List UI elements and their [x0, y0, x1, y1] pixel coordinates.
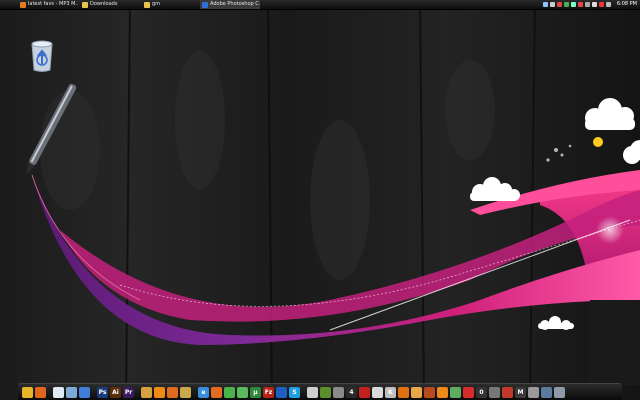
antivirus-icon[interactable]: [556, 2, 562, 7]
ship-icon[interactable]: [541, 386, 552, 398]
task-label: latest favs - MP3 M...: [28, 1, 78, 7]
finder-icon[interactable]: [22, 386, 33, 398]
m-icon[interactable]: M: [515, 386, 526, 398]
tray-icons: [542, 2, 611, 7]
filezilla-icon[interactable]: Fz: [263, 386, 274, 398]
messenger-icon[interactable]: [563, 2, 569, 7]
dock-separator: [193, 387, 196, 398]
task-label: gm: [152, 1, 161, 7]
photoshop-icon: [202, 1, 208, 8]
notes-icon[interactable]: [53, 386, 64, 398]
update-icon[interactable]: [570, 2, 576, 7]
firefox-alt-icon[interactable]: [211, 386, 222, 398]
network-icon[interactable]: [542, 2, 548, 7]
system-tray: 6:08 PM: [542, 0, 640, 9]
devil-icon[interactable]: [359, 386, 370, 398]
clock[interactable]: 6:08 PM: [617, 0, 637, 9]
four-icon[interactable]: 4: [346, 386, 357, 398]
crosshair-icon[interactable]: [333, 386, 344, 398]
trash-icon[interactable]: [554, 386, 565, 398]
messenger-icon[interactable]: [237, 386, 248, 398]
recycle-bin-icon[interactable]: [26, 36, 58, 76]
task-button-gm[interactable]: gm: [142, 0, 198, 9]
dock-icons: Ps Ai Pr e µ Fz S 4 K 0 M: [22, 386, 618, 398]
zero-icon[interactable]: 0: [476, 386, 487, 398]
game-icon[interactable]: [320, 386, 331, 398]
folder-icon[interactable]: [66, 386, 77, 398]
task-label: Downloads: [90, 1, 118, 7]
game-alt-icon[interactable]: [372, 386, 383, 398]
mech-icon[interactable]: [528, 386, 539, 398]
vlc-icon[interactable]: [154, 386, 165, 398]
counter-strike-icon[interactable]: K: [385, 386, 396, 398]
task-label: Adobe Photoshop C...: [210, 1, 260, 7]
dock-separator: [48, 387, 51, 398]
task-button-downloads[interactable]: Downloads: [80, 0, 140, 9]
skype-icon[interactable]: S: [289, 386, 300, 398]
half-life-icon[interactable]: [398, 386, 409, 398]
task-button-browser[interactable]: latest favs - MP3 M...: [18, 0, 78, 9]
shield-icon[interactable]: [577, 2, 583, 7]
folder-icon: [144, 1, 150, 8]
steam-icon[interactable]: [307, 386, 318, 398]
ftp-icon[interactable]: [276, 386, 287, 398]
bug-icon[interactable]: [502, 386, 513, 398]
dock: Ps Ai Pr e µ Fz S 4 K 0 M: [18, 383, 622, 400]
folder-icon: [82, 1, 88, 8]
nuke-icon[interactable]: [489, 386, 500, 398]
mario-icon[interactable]: [463, 386, 474, 398]
dock-separator: [136, 387, 139, 398]
premiere-icon[interactable]: Pr: [123, 386, 134, 398]
volume-icon[interactable]: [549, 2, 555, 7]
desktop-wallpaper: [0, 0, 640, 400]
chat-icon[interactable]: [224, 386, 235, 398]
sync-icon[interactable]: [598, 2, 604, 7]
utorrent-icon[interactable]: µ: [250, 386, 261, 398]
taskbar: latest favs - MP3 M... Downloads gm Adob…: [0, 0, 640, 10]
illustrator-icon[interactable]: Ai: [110, 386, 121, 398]
orange-box-icon[interactable]: [437, 386, 448, 398]
team-fortress-icon[interactable]: [424, 386, 435, 398]
photoshop-icon[interactable]: Ps: [97, 386, 108, 398]
portal-icon[interactable]: [411, 386, 422, 398]
winamp-icon[interactable]: [180, 386, 191, 398]
dock-separator: [302, 387, 305, 398]
dock-separator: [92, 387, 95, 398]
firefox-icon[interactable]: [35, 386, 46, 398]
internet-explorer-icon[interactable]: e: [198, 386, 209, 398]
document-icon[interactable]: [79, 386, 90, 398]
firefox-icon: [20, 1, 26, 8]
wifi-icon[interactable]: [591, 2, 597, 7]
task-button-photoshop[interactable]: Adobe Photoshop C...: [200, 0, 260, 9]
battery-icon[interactable]: [584, 2, 590, 7]
speaker-icon[interactable]: [605, 2, 611, 7]
paint-icon[interactable]: [141, 386, 152, 398]
fruity-loops-icon[interactable]: [167, 386, 178, 398]
map-icon[interactable]: [450, 386, 461, 398]
